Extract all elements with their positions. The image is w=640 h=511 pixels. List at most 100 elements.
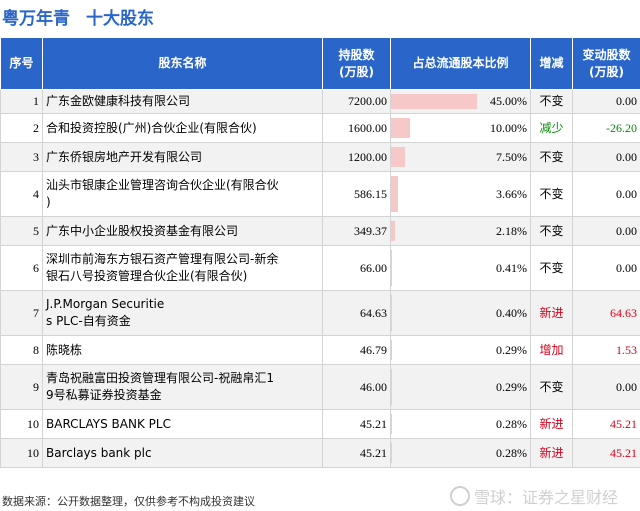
table-row: 6 深圳市前海东方银石资产管理有限公司-新余 银石八号投资管理合伙企业(有限合伙) 6… [0,245,640,291]
ratio-cell: 3.66% [390,171,531,217]
change-cell: 新进 [530,290,573,336]
ratio-bar [391,414,392,434]
rank-cell: 10 [0,438,43,468]
delta-cell: 0.00 [572,171,640,217]
table-row: 5 广东中小企业股权投资基金有限公司 349.37 2.18% 不变 0.00 [0,216,640,246]
delta-cell: 45.21 [572,409,640,439]
ratio-value: 0.28% [496,416,527,431]
shares-cell: 66.00 [322,245,391,291]
holder-name-cell: 陈晓栋 [42,335,323,365]
ratio-bar [391,147,406,167]
shares-cell: 46.79 [322,335,391,365]
ratio-value: 0.40% [496,305,527,320]
holder-name-cell: 广东中小企业股权投资基金有限公司 [42,216,323,246]
shares-cell: 1200.00 [322,142,391,172]
delta-cell: 0.00 [572,142,640,172]
ratio-cell: 0.28% [390,409,531,439]
delta-cell: 1.53 [572,335,640,365]
rank-cell: 8 [0,335,43,365]
snowball-icon [449,486,470,506]
rank-cell: 10 [0,409,43,439]
holder-name-cell: 广东侨银房地产开发有限公司 [42,142,323,172]
ratio-bar [391,295,392,331]
ratio-bar [391,340,392,360]
holder-name-cell: 深圳市前海东方银石资产管理有限公司-新余 银石八号投资管理合伙企业(有限合伙) [42,245,323,291]
shares-cell: 1600.00 [322,113,391,143]
table-row: 10 Barclays bank plc 45.21 0.28% 新进 45.21 [0,438,640,468]
holder-name-cell: 合和投资控股(广州)合伙企业(有限合伙) [42,113,323,143]
ratio-bar [391,94,478,109]
ratio-value: 7.50% [496,149,527,164]
header-shares: 持股数 (万股) [322,37,391,90]
ratio-value: 3.66% [496,186,527,201]
table-row: 8 陈晓栋 46.79 0.29% 增加 1.53 [0,335,640,365]
delta-cell: 0.00 [572,216,640,246]
ratio-cell: 0.29% [390,335,531,365]
delta-cell: -26.20 [572,113,640,143]
rank-cell: 1 [0,89,43,114]
header-name: 股东名称 [42,37,323,90]
table-row: 7 J.P.Morgan Securitie s PLC-自有资金 64.63 0.40… [0,290,640,336]
shares-cell: 7200.00 [322,89,391,114]
top-ten-holders-table: 序号 股东名称 持股数 (万股) 占总流通股本比例 增减 变动股数 (万股) 1 广东… [0,37,640,468]
ratio-value: 0.28% [496,445,527,460]
ratio-cell: 45.00% [390,89,531,114]
change-cell: 新进 [530,409,573,439]
shares-cell: 349.37 [322,216,391,246]
holder-name-cell: 广东金欧健康科技有限公司 [42,89,323,114]
table-row: 9 青岛祝融富田投资管理有限公司-祝融帛汇1 9号私募证券投资基金 46.00 0.29… [0,364,640,410]
rank-cell: 9 [0,364,43,410]
rank-cell: 5 [0,216,43,246]
shares-cell: 586.15 [322,171,391,217]
change-cell: 不变 [530,89,573,114]
delta-cell: 45.21 [572,438,640,468]
stock-name: 粤万年青 [2,8,70,29]
header-rank: 序号 [0,37,43,90]
ratio-value: 2.18% [496,223,527,238]
rank-cell: 6 [0,245,43,291]
delta-cell: 0.00 [572,245,640,291]
table-row: 10 BARCLAYS BANK PLC 45.21 0.28% 新进 45.21 [0,409,640,439]
change-cell: 减少 [530,113,573,143]
shares-cell: 45.21 [322,409,391,439]
ratio-bar [391,221,396,241]
rank-cell: 4 [0,171,43,217]
change-cell: 不变 [530,142,573,172]
page-title: 粤万年青 十大股东 [0,0,640,32]
table-header: 序号 股东名称 持股数 (万股) 占总流通股本比例 增减 变动股数 (万股) [0,37,640,90]
holder-name-cell: BARCLAYS BANK PLC [42,409,323,439]
ratio-value: 0.41% [496,260,527,275]
ratio-cell: 10.00% [390,113,531,143]
rank-cell: 2 [0,113,43,143]
table-row: 2 合和投资控股(广州)合伙企业(有限合伙) 1600.00 10.00% 减少 -26.… [0,113,640,143]
holder-name-cell: 汕头市银康企业管理咨询合伙企业(有限合伙) [42,171,323,217]
data-source-note: 数据来源：公开数据整理，仅供参考不构成投资建议 [2,495,255,508]
ratio-cell: 0.41% [390,245,531,291]
holder-name-cell: Barclays bank plc [42,438,323,468]
header-row: 序号 股东名称 持股数 (万股) 占总流通股本比例 增减 变动股数 (万股) [0,37,640,90]
table-subject: 十大股东 [86,8,154,29]
ratio-value: 45.00% [490,94,527,108]
delta-cell: 64.63 [572,290,640,336]
change-cell: 新进 [530,438,573,468]
shares-cell: 45.21 [322,438,391,468]
ratio-bar [391,118,411,138]
rank-cell: 3 [0,142,43,172]
change-cell: 不变 [530,171,573,217]
ratio-bar [391,250,392,286]
ratio-cell: 0.40% [390,290,531,336]
ratio-bar [391,443,392,463]
ratio-cell: 0.28% [390,438,531,468]
change-cell: 增加 [530,335,573,365]
table-row: 3 广东侨银房地产开发有限公司 1200.00 7.50% 不变 0.00 [0,142,640,172]
delta-cell: 0.00 [572,89,640,114]
brand-text: 雪球：证券之星财经 [473,488,618,507]
header-change: 增减 [530,37,573,90]
shares-cell: 64.63 [322,290,391,336]
ratio-bar [391,176,398,212]
ratio-value: 0.29% [496,379,527,394]
ratio-bar [391,369,392,405]
ratio-cell: 2.18% [390,216,531,246]
table-row: 1 广东金欧健康科技有限公司 7200.00 45.00% 不变 0.00 [0,89,640,114]
holder-name-cell: 青岛祝融富田投资管理有限公司-祝融帛汇1 9号私募证券投资基金 [42,364,323,410]
